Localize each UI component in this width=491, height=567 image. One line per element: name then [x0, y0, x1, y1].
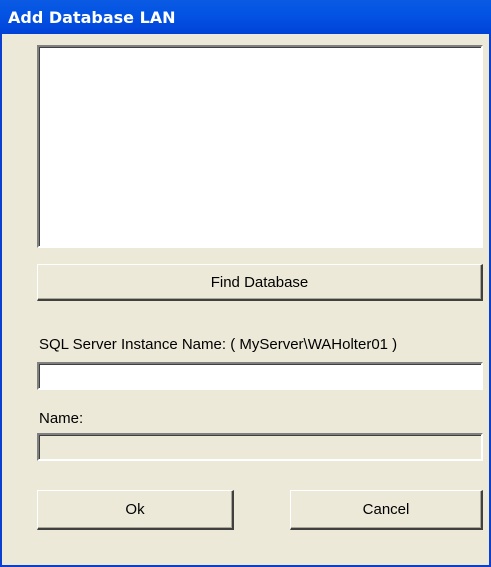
cancel-button[interactable]: Cancel — [290, 490, 483, 530]
window-title: Add Database LAN — [8, 8, 176, 27]
find-database-button-label: Find Database — [210, 273, 309, 291]
ok-button[interactable]: Ok — [37, 490, 234, 530]
title-bar[interactable]: Add Database LAN — [0, 0, 491, 34]
ok-button-label: Ok — [125, 501, 145, 518]
database-list[interactable] — [37, 45, 483, 248]
find-database-button[interactable]: Find Database — [37, 264, 483, 301]
add-database-dialog: Add Database LAN Find Database SQL Serve… — [0, 0, 491, 567]
sql-instance-label: SQL Server Instance Name: ( MyServer\WAH… — [39, 336, 398, 353]
name-input[interactable] — [37, 433, 483, 461]
sql-instance-input[interactable] — [37, 362, 483, 390]
name-label: Name: — [39, 410, 84, 427]
cancel-button-label: Cancel — [362, 501, 410, 518]
